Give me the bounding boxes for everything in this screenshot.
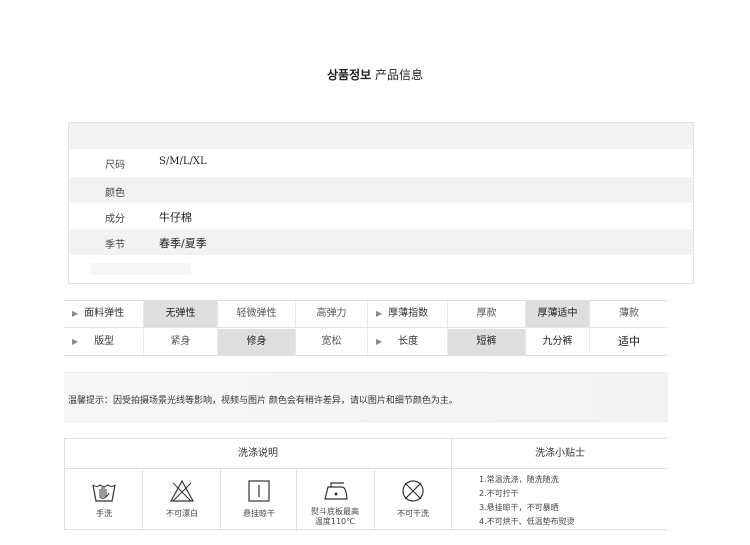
attr-head-thickness: ▶ 厚薄指数 bbox=[368, 301, 448, 327]
info-label: 颜色 bbox=[105, 188, 125, 199]
info-label: 成分 bbox=[105, 214, 125, 225]
care-caption: 不可干洗 bbox=[397, 509, 429, 518]
faint-divider bbox=[91, 263, 191, 275]
attr-head-length: ▶ 长度 bbox=[368, 329, 448, 355]
care-tip: 4.不可烘干、低温垫布熨烫 bbox=[479, 517, 575, 526]
attr-option: 修身 bbox=[218, 329, 296, 355]
care-caption: 悬挂晾干 bbox=[243, 509, 275, 518]
attr-option: 短裤 bbox=[448, 329, 526, 355]
care-caption: 不可漂白 bbox=[166, 509, 198, 518]
triangle-right-icon: ▶ bbox=[72, 309, 79, 318]
hand-wash-icon bbox=[92, 484, 116, 502]
care-caption: 手洗 bbox=[96, 509, 112, 518]
attr-option: 厚款 bbox=[448, 301, 526, 327]
care-tip: 2.不可拧干 bbox=[479, 489, 519, 498]
attr-head-elasticity: ▶ 面料弹性 bbox=[64, 301, 144, 327]
info-row-material: 成分 牛仔棉 bbox=[69, 203, 693, 229]
care-header-left: 洗涤说明 bbox=[65, 439, 451, 469]
attr-option: 紧身 bbox=[144, 329, 218, 355]
no-tumble-dry-icon bbox=[402, 480, 424, 502]
attr-option: 九分裤 bbox=[526, 329, 590, 355]
attr-option: 高弹力 bbox=[296, 301, 368, 327]
triangle-right-icon: ▶ bbox=[376, 309, 383, 318]
no-bleach-icon bbox=[169, 479, 195, 502]
attribute-table: ▶ 面料弹性 无弹性 轻微弹性 高弹力 ▶ 厚薄指数 厚款 厚薄适中 薄款 ▶ 版型 … bbox=[64, 300, 668, 356]
info-value: 春季/夏季 bbox=[159, 237, 207, 250]
attr-option: 厚薄适中 bbox=[526, 301, 590, 327]
attr-option: 适中 bbox=[618, 335, 640, 348]
info-value: 牛仔棉 bbox=[159, 211, 192, 224]
info-label: 季节 bbox=[105, 240, 125, 251]
attr-head-fit: ▶ 版型 bbox=[64, 329, 144, 355]
care-caption: 熨斗底板最高 温度110℃ bbox=[311, 507, 359, 526]
page-title: 상품정보 产品信息 bbox=[0, 66, 750, 83]
attr-option: 薄款 bbox=[619, 308, 639, 319]
care-tip: 3.悬挂晾干，不可暴晒 bbox=[479, 503, 559, 512]
care-table: 洗涤说明 洗涤小贴士 手洗 不可漂白 悬挂晾干 熨斗底板最高 温度110℃ 不可… bbox=[64, 438, 669, 531]
care-item-no-dry: 不可干洗 bbox=[374, 469, 452, 531]
attr-option: 宽松 bbox=[296, 329, 368, 355]
info-row-size: 尺码 S/M/L/XL bbox=[69, 149, 693, 175]
attr-option: 无弹性 bbox=[144, 301, 218, 327]
care-item-no-bleach: 不可漂白 bbox=[143, 469, 221, 531]
info-row-season: 季节 春季/夏季 bbox=[69, 229, 693, 255]
product-info-table: 尺码 S/M/L/XL 颜色 成分 牛仔棉 季节 春季/夏季 bbox=[68, 122, 694, 284]
info-value: S/M/L/XL bbox=[159, 156, 207, 167]
care-item-hand-wash: 手洗 bbox=[65, 469, 143, 531]
notice-text: 温馨提示：因受拍摄场景光线等影响，视频与图片 颜色会有稍许差异，请以图片和细节颜… bbox=[68, 396, 458, 406]
attr-option: 轻微弹性 bbox=[218, 301, 296, 327]
title-chinese: 产品信息 bbox=[371, 68, 423, 82]
care-tip: 1.常温洗涤，随洗随洗 bbox=[479, 475, 559, 484]
notice-banner: 温馨提示：因受拍摄场景光线等影响，视频与图片 颜色会有稍许差异，请以图片和细节颜… bbox=[64, 372, 668, 422]
care-item-iron: 熨斗底板最高 温度110℃ bbox=[296, 469, 374, 531]
title-korean: 상품정보 bbox=[327, 68, 372, 82]
care-tips: 1.常温洗涤，随洗随洗 2.不可拧干 3.悬挂晾干，不可暴晒 4.不可烘干、低温… bbox=[479, 473, 575, 529]
info-row-color: 颜色 bbox=[69, 177, 693, 203]
iron-icon bbox=[324, 482, 348, 500]
triangle-right-icon: ▶ bbox=[72, 337, 79, 346]
care-header-right: 洗涤小贴士 bbox=[451, 439, 669, 469]
care-item-hang-dry: 悬挂晾干 bbox=[220, 469, 298, 531]
triangle-right-icon: ▶ bbox=[376, 337, 383, 346]
hang-dry-icon bbox=[248, 480, 270, 502]
info-label: 尺码 bbox=[105, 160, 125, 171]
info-header-band bbox=[69, 123, 693, 149]
